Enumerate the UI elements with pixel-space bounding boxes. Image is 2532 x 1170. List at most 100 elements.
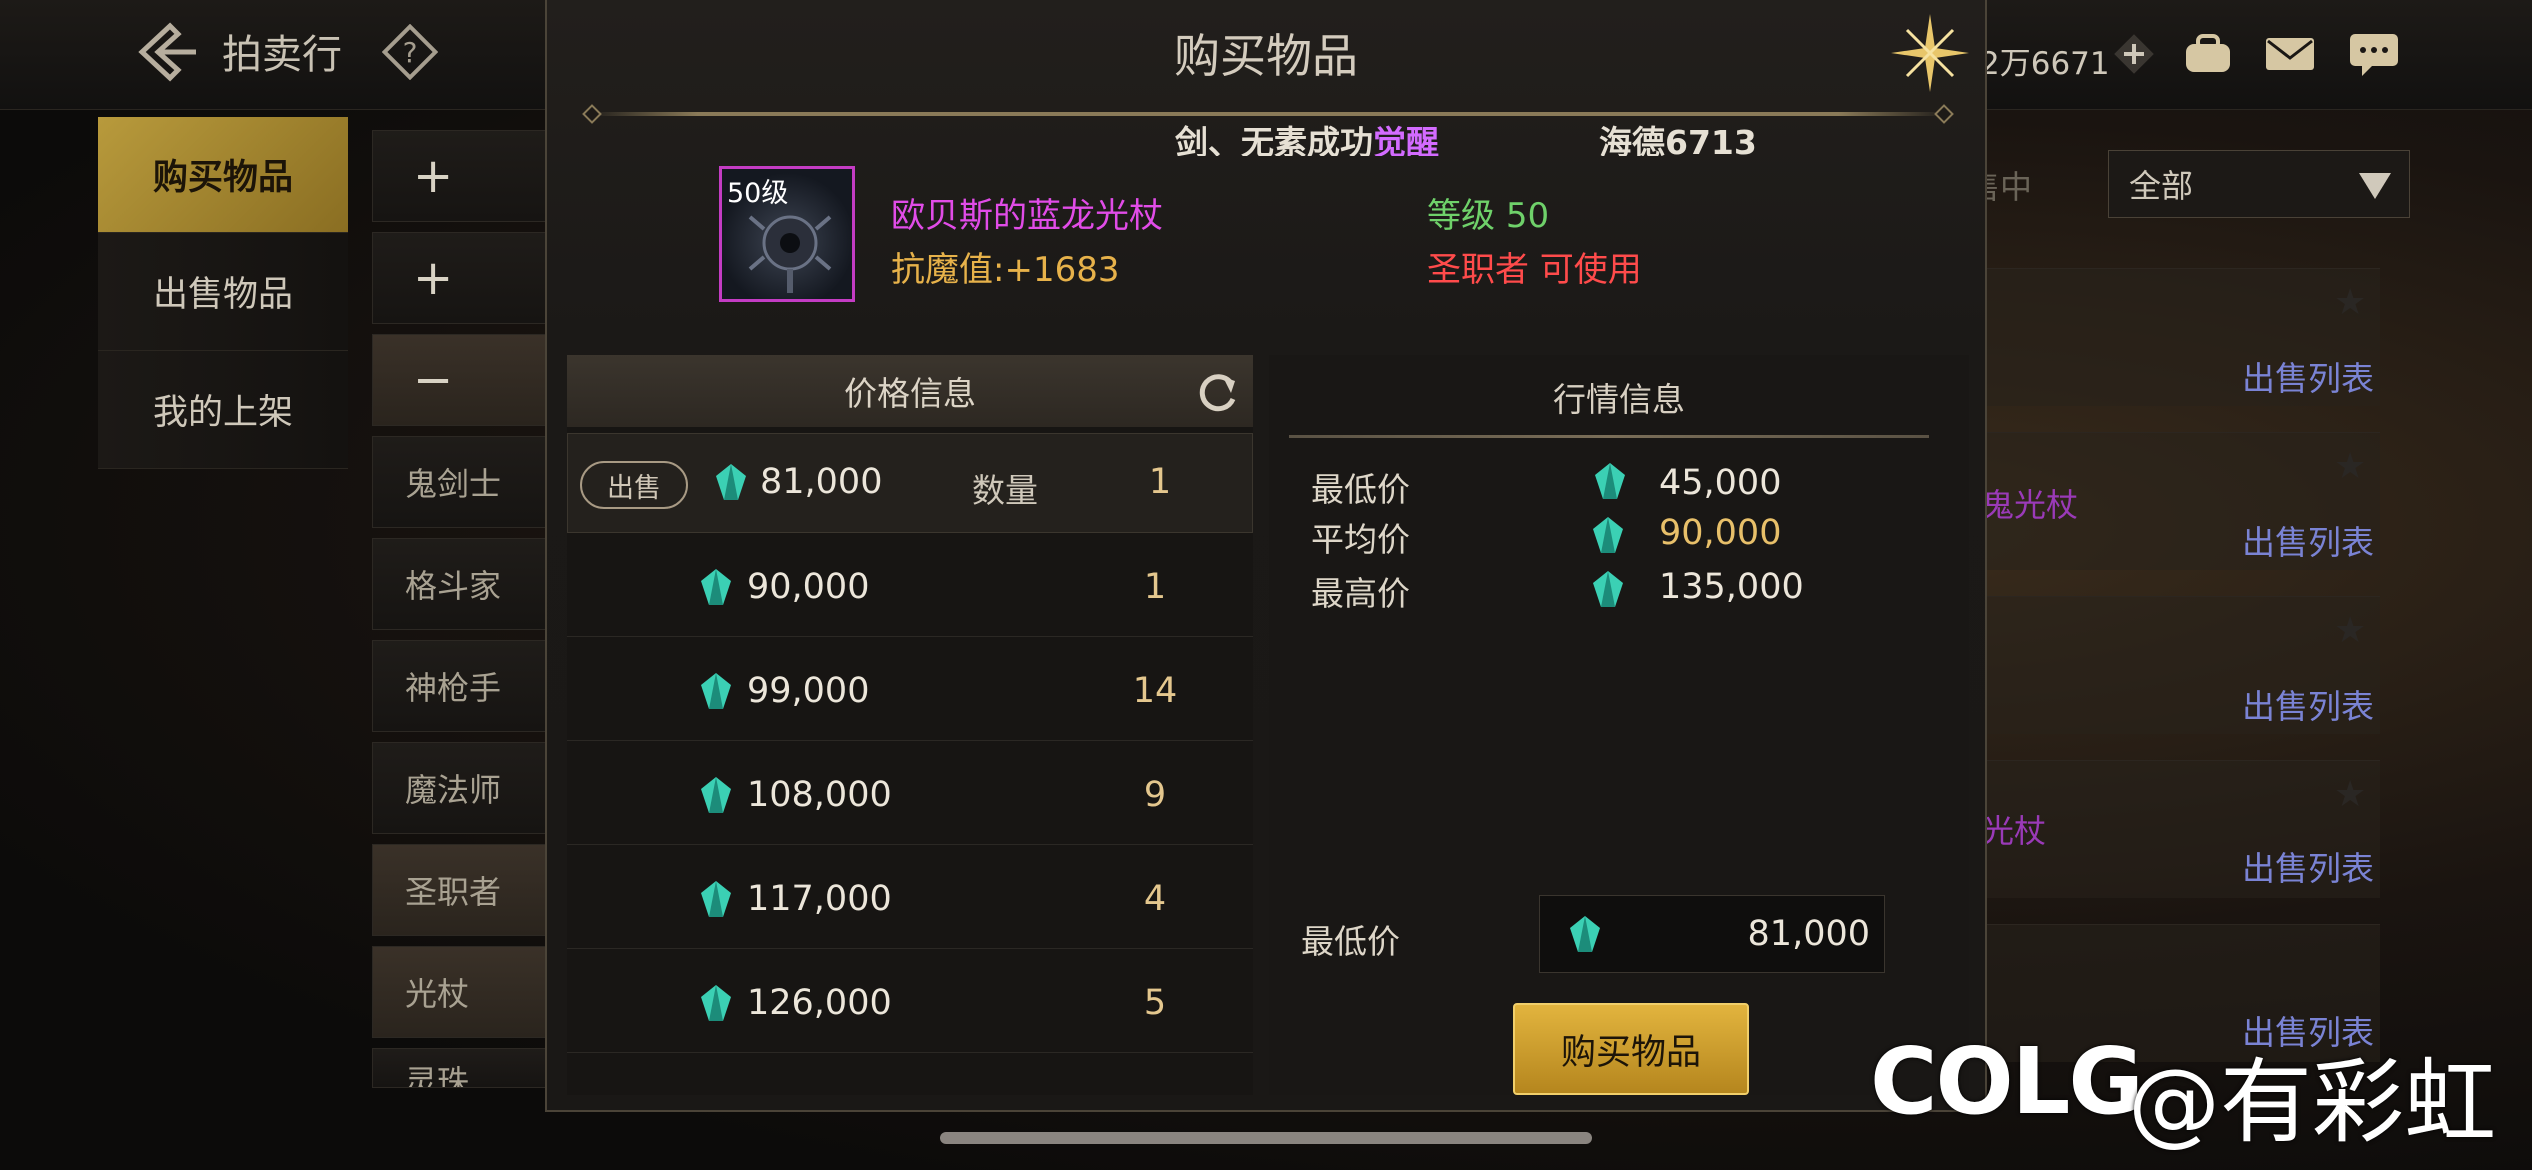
item-usable-class: 圣职者 可使用	[1427, 250, 1642, 290]
favorite-star-icon[interactable]: ★	[2334, 610, 2366, 651]
dialog-title: 购买物品	[1174, 29, 1358, 83]
lowest-price-label: 最低价	[1311, 470, 1410, 509]
listing-row[interactable]: 出售 81,000 数量 1	[567, 433, 1253, 533]
category-item[interactable]: 格斗家	[372, 538, 547, 630]
level-label: 等级	[1427, 196, 1495, 236]
listing-quantity: 1	[1148, 462, 1172, 502]
close-icon[interactable]	[1887, 10, 1973, 96]
highest-price: 135,000	[1659, 567, 1804, 607]
divider	[1289, 435, 1929, 438]
category-item[interactable]: 灵珠	[372, 1048, 547, 1088]
watermark-user: @有彩虹	[2128, 1049, 2497, 1156]
market-info-title: 行情信息	[1553, 380, 1685, 419]
chat-icon[interactable]	[2348, 32, 2400, 76]
listing-row[interactable]: 126,000 5	[567, 953, 1253, 1053]
sell-list-link[interactable]: 出售列表	[2242, 516, 2374, 564]
category-item[interactable]: 光杖	[372, 946, 547, 1038]
favorite-star-icon[interactable]: ★	[2334, 282, 2366, 323]
watermark: COLG @有彩虹	[1870, 1028, 2520, 1156]
level-value: 50	[1505, 196, 1550, 236]
mail-icon[interactable]	[2264, 32, 2316, 76]
item-level: 等级 50	[1427, 188, 1549, 237]
item-icon[interactable]: 50级	[719, 166, 855, 302]
gem-icon	[1595, 463, 1625, 499]
listing-quantity: 14	[1132, 671, 1178, 711]
category-collapse-button[interactable]: −	[372, 334, 547, 426]
item-name: 欧贝斯的蓝龙光杖	[891, 196, 1163, 236]
page-title: 拍卖行	[222, 32, 342, 78]
bag-icon[interactable]	[2182, 32, 2234, 76]
help-icon[interactable]: ?	[382, 24, 438, 80]
category-expand-button[interactable]: +	[372, 232, 547, 324]
refresh-icon[interactable]	[1195, 369, 1241, 415]
average-price-label: 平均价	[1311, 520, 1410, 559]
average-price: 90,000	[1659, 513, 1782, 553]
announcement-ticker: 剑、无素成功觉醒 海德6713	[1175, 116, 1795, 156]
listing-row[interactable]: 90,000 1	[567, 537, 1253, 637]
listing-price: 90,000	[747, 567, 870, 607]
listing-quantity: 1	[1143, 567, 1167, 607]
category-item[interactable]: 魔法师	[372, 742, 547, 834]
gem-icon	[701, 673, 731, 709]
dropdown-arrow-icon	[2359, 173, 2391, 199]
listing-quantity: 4	[1143, 879, 1167, 919]
buy-price-field[interactable]: 81,000	[1539, 895, 1885, 973]
category-item[interactable]: 圣职者	[372, 844, 547, 936]
tab-my-listings[interactable]: 我的上架	[98, 351, 348, 469]
sell-list-link[interactable]: 出售列表	[2242, 680, 2374, 728]
filter-value: 全部	[2129, 167, 2194, 205]
category-item[interactable]: 鬼剑士	[372, 436, 547, 528]
highest-price-label: 最高价	[1311, 574, 1410, 613]
listing-row[interactable]: 117,000 4	[567, 849, 1253, 949]
gem-icon	[701, 881, 731, 917]
buy-item-button[interactable]: 购买物品	[1513, 1003, 1749, 1095]
sell-badge: 出售	[580, 461, 688, 509]
listing-price: 99,000	[747, 671, 870, 711]
item-stat: 抗魔值:+1683	[891, 250, 1120, 290]
lowest-price: 45,000	[1659, 463, 1782, 503]
price-info-header: 价格信息	[567, 355, 1253, 427]
listing-price: 108,000	[747, 775, 892, 815]
sell-list-link[interactable]: 出售列表	[2242, 352, 2374, 400]
currency-amount: 2万6671	[1980, 46, 2110, 82]
ticker-text: 海德6713	[1599, 123, 1757, 156]
listing-row[interactable]: 108,000 9	[567, 745, 1253, 845]
listing-price: 81,000	[760, 462, 883, 502]
svg-text:?: ?	[403, 36, 418, 69]
add-currency-icon[interactable]	[2114, 34, 2154, 74]
ticker-highlight: 觉醒	[1373, 123, 1439, 156]
watermark-logo: COLG	[1870, 1028, 2144, 1135]
back-arrow-icon[interactable]	[130, 20, 200, 84]
category-expand-button[interactable]: +	[372, 130, 547, 222]
gem-icon	[1593, 571, 1623, 607]
filter-dropdown[interactable]: 全部	[2108, 150, 2410, 218]
buy-min-price-label: 最低价	[1301, 922, 1400, 961]
listing-price: 117,000	[747, 879, 892, 919]
home-indicator[interactable]	[940, 1132, 1592, 1144]
gem-icon	[701, 777, 731, 813]
gem-icon	[701, 985, 731, 1021]
category-list: + + − 鬼剑士 格斗家 神枪手 魔法师 圣职者 光杖 灵珠	[372, 130, 547, 1098]
auction-tabs: 购买物品 出售物品 我的上架	[98, 117, 348, 469]
favorite-star-icon[interactable]: ★	[2334, 446, 2366, 487]
item-name: 鬼光杖	[1982, 486, 2079, 524]
favorite-star-icon[interactable]: ★	[2334, 774, 2366, 815]
listing-quantity: 9	[1143, 775, 1167, 815]
tab-buy-items[interactable]: 购买物品	[98, 117, 348, 233]
tab-sell-items[interactable]: 出售物品	[98, 233, 348, 351]
listing-quantity: 5	[1143, 983, 1167, 1023]
listing-price: 126,000	[747, 983, 892, 1023]
category-item[interactable]: 神枪手	[372, 640, 547, 732]
buy-price-value: 81,000	[1747, 914, 1870, 954]
gem-icon	[716, 464, 746, 500]
listing-row[interactable]: 99,000 14	[567, 641, 1253, 741]
quantity-label: 数量	[972, 471, 1038, 510]
market-info-panel: 行情信息 最低价 45,000 平均价 90,000 最高价 135,000 最…	[1269, 355, 1969, 1095]
gem-icon	[1570, 916, 1600, 952]
sell-list-link[interactable]: 出售列表	[2242, 842, 2374, 890]
buy-item-dialog: 购买物品 剑、无素成功觉醒 海德6713 50级 欧贝斯的蓝龙光杖 抗魔值:+16…	[545, 0, 1987, 1112]
gem-icon	[1593, 517, 1623, 553]
staff-icon	[748, 215, 832, 293]
price-info-panel: 价格信息 出售 81,000 数量 1 90,000 1 99,000 14 1…	[567, 355, 1253, 1095]
item-name: 光杖	[1982, 812, 2047, 850]
